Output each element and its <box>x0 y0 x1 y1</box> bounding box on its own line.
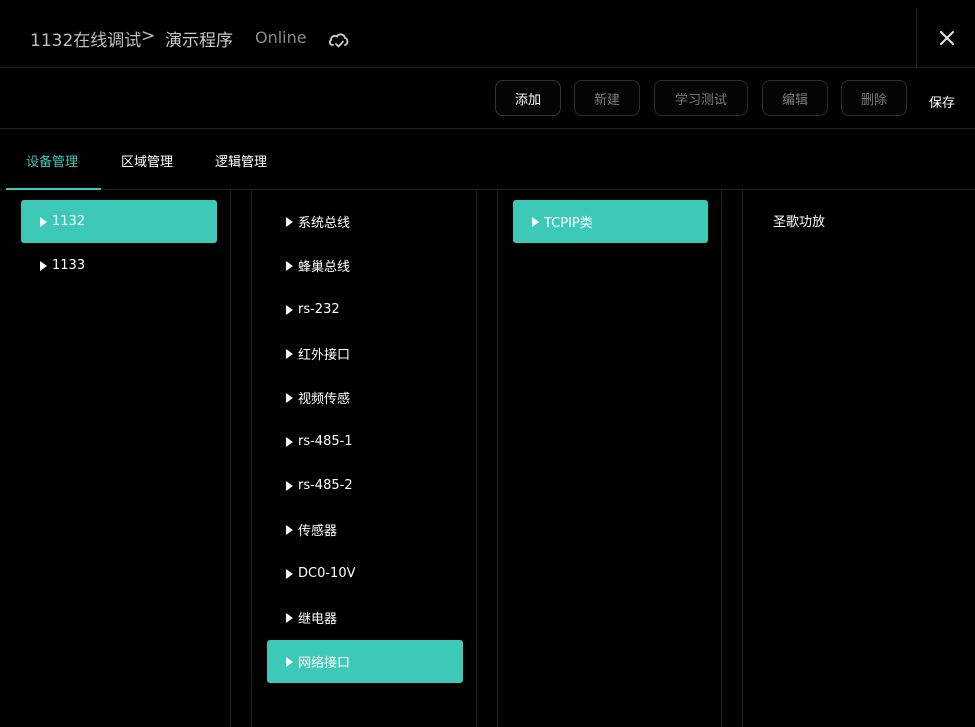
bus-label: rs-232 <box>298 302 340 317</box>
type-item-tcpip[interactable]: TCPIP类 <box>513 200 708 243</box>
expand-arrow-icon <box>532 216 539 227</box>
bus-label: 蜂巢总线 <box>298 260 351 275</box>
tab-area-management[interactable]: 区域管理 <box>121 151 173 170</box>
toolbar: 添加 新建 学习测试 编辑 删除 保存 <box>0 68 975 129</box>
learn-test-button[interactable]: 学习测试 <box>654 80 748 116</box>
bus-item[interactable]: DC0-10V <box>267 552 463 595</box>
bus-item[interactable]: 继电器 <box>267 596 463 639</box>
delete-button[interactable]: 删除 <box>841 80 907 116</box>
active-tab-indicator <box>6 188 101 190</box>
column-divider <box>251 190 252 727</box>
column-divider <box>230 190 231 727</box>
column-divider <box>497 190 498 727</box>
expand-arrow-icon <box>40 260 47 271</box>
tab-bar: 设备管理 区域管理 逻辑管理 <box>0 129 975 190</box>
bus-item[interactable]: 系统总线 <box>267 200 463 243</box>
type-label: TCPIP类 <box>544 216 593 231</box>
edit-button[interactable]: 编辑 <box>762 80 828 116</box>
bus-item[interactable]: rs-485-2 <box>267 464 463 507</box>
expand-arrow-icon <box>286 392 293 403</box>
title-bar: 1132在线调试 > 演示程序 Online <box>0 0 975 68</box>
bus-item[interactable]: rs-485-1 <box>267 420 463 463</box>
add-button[interactable]: 添加 <box>495 80 561 116</box>
bus-item[interactable]: 蜂巢总线 <box>267 244 463 287</box>
expand-arrow-icon <box>40 216 47 227</box>
cloud-sync-icon <box>328 33 349 48</box>
bus-item[interactable]: 传感器 <box>267 508 463 551</box>
device-label: 1132 <box>52 214 86 229</box>
tab-logic-management[interactable]: 逻辑管理 <box>215 151 267 170</box>
tab-device-management[interactable]: 设备管理 <box>26 151 78 170</box>
expand-arrow-icon <box>286 304 293 315</box>
device-item-1132[interactable]: 1132 <box>21 200 217 243</box>
bus-label: rs-485-1 <box>298 434 353 449</box>
connection-status: Online <box>255 28 307 47</box>
bus-label: DC0-10V <box>298 566 356 581</box>
column-divider <box>742 190 743 727</box>
expand-arrow-icon <box>286 348 293 359</box>
bus-label: 传感器 <box>298 524 338 539</box>
breadcrumb-separator: > <box>141 26 156 46</box>
device-entry[interactable]: 圣歌功放 <box>758 199 958 242</box>
expand-arrow-icon <box>286 656 293 667</box>
bus-item-selected[interactable]: 网络接口 <box>267 640 463 683</box>
expand-arrow-icon <box>286 524 293 535</box>
device-entry-label: 圣歌功放 <box>773 215 826 230</box>
breadcrumb-program: 演示程序 <box>165 31 233 51</box>
column-divider <box>476 190 477 727</box>
expand-arrow-icon <box>286 436 293 447</box>
bus-item[interactable]: 红外接口 <box>267 332 463 375</box>
bus-label: rs-485-2 <box>298 478 353 493</box>
device-label: 1133 <box>52 258 86 273</box>
save-button[interactable]: 保存 <box>929 92 955 111</box>
new-button[interactable]: 新建 <box>574 80 640 116</box>
close-icon <box>939 30 954 45</box>
bus-item[interactable]: 视频传感 <box>267 376 463 419</box>
expand-arrow-icon <box>286 260 293 271</box>
bus-label: 继电器 <box>298 612 338 627</box>
bus-label: 系统总线 <box>298 216 351 231</box>
expand-arrow-icon <box>286 216 293 227</box>
bus-label: 红外接口 <box>298 348 351 363</box>
device-item-1133[interactable]: 1133 <box>21 244 217 287</box>
expand-arrow-icon <box>286 568 293 579</box>
expand-arrow-icon <box>286 612 293 623</box>
bus-label: 网络接口 <box>298 656 351 671</box>
column-divider <box>721 190 722 727</box>
debug-window: 1132在线调试 > 演示程序 Online 添加 新建 学习测试 编辑 删除 … <box>0 0 975 727</box>
close-button[interactable] <box>916 8 975 67</box>
breadcrumb-device[interactable]: 1132在线调试 <box>30 26 141 51</box>
bus-label: 视频传感 <box>298 392 351 407</box>
bus-item[interactable]: rs-232 <box>267 288 463 331</box>
expand-arrow-icon <box>286 480 293 491</box>
